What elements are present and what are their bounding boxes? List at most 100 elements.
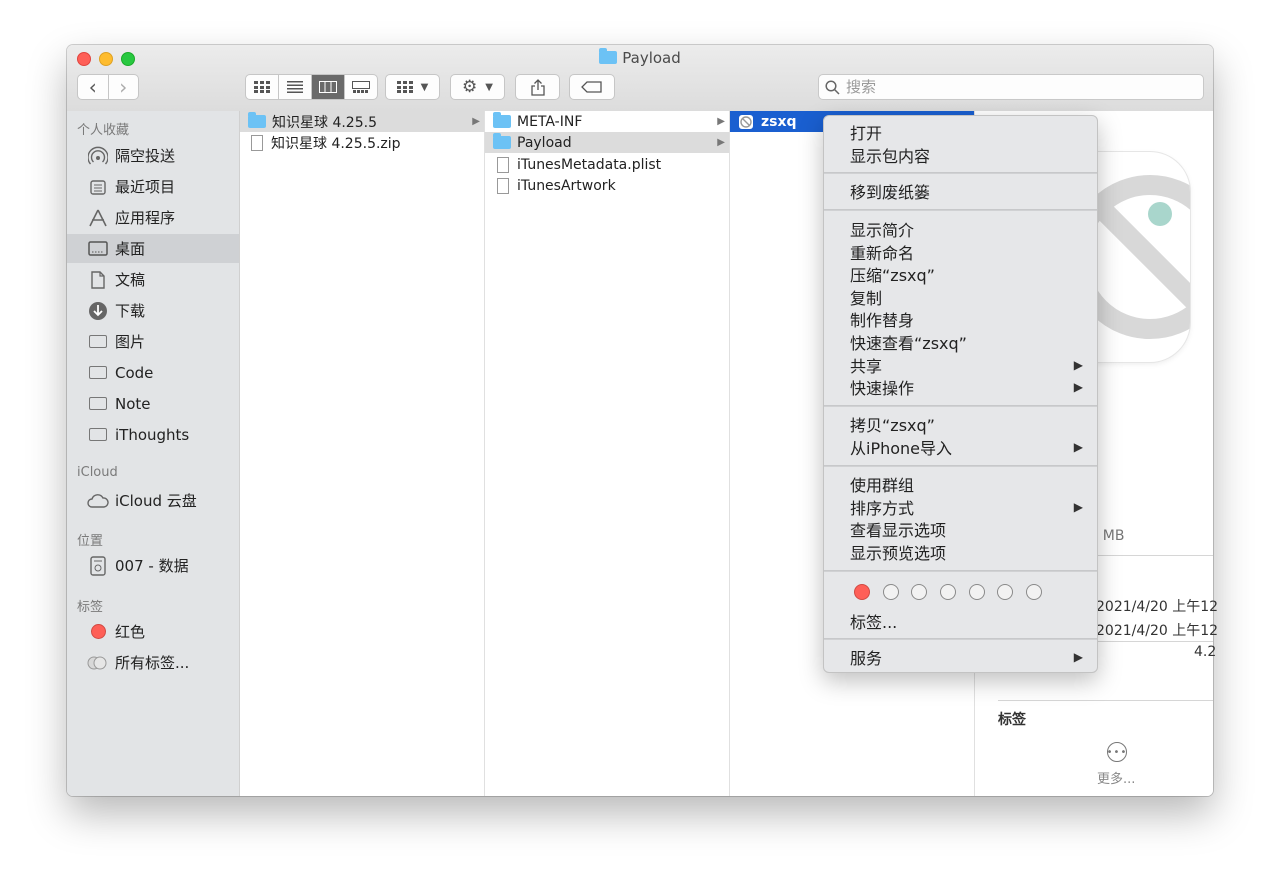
menu-item-quick-look[interactable]: 快速查看“zsxq” bbox=[824, 330, 1097, 353]
menu-item-make-alias[interactable]: 制作替身 bbox=[824, 307, 1097, 330]
gear-icon: ⚙ bbox=[462, 77, 478, 97]
list-item-plist[interactable]: iTunesMetadata.plist bbox=[485, 154, 729, 175]
tag-color-red[interactable] bbox=[854, 584, 870, 600]
list-item-artwork[interactable]: iTunesArtwork bbox=[485, 175, 729, 196]
tag-icon bbox=[581, 81, 602, 93]
sidebar-section-icloud: iCloud bbox=[77, 465, 118, 480]
menu-separator bbox=[824, 465, 1097, 467]
sidebar-section-favorites: 个人收藏 bbox=[77, 123, 130, 138]
menu-item-use-groups[interactable]: 使用群组 bbox=[824, 472, 1097, 495]
tag-color-none[interactable] bbox=[940, 584, 956, 600]
menu-item-share[interactable]: 共享 ▶ bbox=[824, 353, 1097, 376]
toolbar: Payload ‹ › ▼ ⚙ ▼ bbox=[67, 45, 1213, 112]
menu-item-show-preview-options[interactable]: 显示预览选项 bbox=[824, 540, 1097, 563]
search-input[interactable] bbox=[844, 77, 1188, 97]
menu-item-open[interactable]: 打开 bbox=[824, 120, 1097, 143]
sidebar-item-pictures[interactable]: 图片 bbox=[67, 327, 239, 356]
tag-button[interactable] bbox=[569, 74, 615, 100]
search-field[interactable] bbox=[818, 74, 1204, 100]
chevron-down-icon: ▼ bbox=[485, 81, 493, 93]
forward-button[interactable]: › bbox=[109, 75, 139, 99]
desktop-icon bbox=[87, 239, 109, 259]
menu-item-tags[interactable]: 标签... bbox=[824, 609, 1097, 632]
menu-item-quick-actions[interactable]: 快速操作 ▶ bbox=[824, 375, 1097, 398]
tag-color-none[interactable] bbox=[1026, 584, 1042, 600]
column-2: META-INF ▶ Payload ▶ iTunesMetadata.plis… bbox=[485, 111, 730, 796]
menu-item-move-to-trash[interactable]: 移到废纸篓 bbox=[824, 179, 1097, 202]
submenu-arrow-icon: ▶ bbox=[1073, 357, 1083, 372]
sidebar-item-applications[interactable]: 应用程序 bbox=[67, 203, 239, 232]
sidebar-item-label: iCloud 云盘 bbox=[115, 492, 197, 510]
airdrop-icon bbox=[87, 146, 109, 166]
disclosure-arrow-icon: ▶ bbox=[472, 116, 480, 127]
list-item-meta-inf[interactable]: META-INF ▶ bbox=[485, 111, 729, 132]
sidebar-item-label: 红色 bbox=[115, 623, 146, 641]
sidebar-item-ithoughts[interactable]: iThoughts bbox=[67, 420, 239, 449]
submenu-arrow-icon: ▶ bbox=[1073, 379, 1083, 394]
document-icon bbox=[497, 156, 509, 173]
zip-file-icon bbox=[251, 134, 263, 151]
tag-color-none[interactable] bbox=[883, 584, 899, 600]
preview-version: 4.2 bbox=[1194, 644, 1217, 660]
more-icon[interactable]: ••• bbox=[1107, 742, 1127, 762]
tag-color-none[interactable] bbox=[997, 584, 1013, 600]
action-button[interactable]: ⚙ ▼ bbox=[450, 74, 505, 100]
icon-view-button[interactable] bbox=[246, 75, 279, 99]
list-view-button[interactable] bbox=[279, 75, 312, 99]
submenu-arrow-icon: ▶ bbox=[1073, 649, 1083, 664]
folder-icon bbox=[87, 332, 109, 352]
folder-icon bbox=[248, 112, 266, 128]
menu-item-sort-by[interactable]: 排序方式 ▶ bbox=[824, 495, 1097, 518]
sidebar-item-documents[interactable]: 文稿 bbox=[67, 265, 239, 294]
menu-item-duplicate[interactable]: 复制 bbox=[824, 285, 1097, 308]
sidebar-item-label: 所有标签... bbox=[115, 654, 190, 672]
tag-color-none[interactable] bbox=[911, 584, 927, 600]
more-label[interactable]: 更多... bbox=[1097, 768, 1135, 787]
sidebar-item-all-tags[interactable]: 所有标签... bbox=[67, 648, 239, 677]
gallery-icon bbox=[352, 81, 370, 93]
menu-item-copy[interactable]: 拷贝“zsxq” bbox=[824, 412, 1097, 435]
disk-icon bbox=[87, 555, 109, 576]
share-icon bbox=[530, 78, 545, 96]
sidebar-item-label: 最近项目 bbox=[115, 178, 176, 196]
sidebar-item-downloads[interactable]: 下载 bbox=[67, 296, 239, 325]
column-view-button[interactable] bbox=[312, 75, 345, 99]
menu-item-get-info[interactable]: 显示简介 bbox=[824, 217, 1097, 240]
grid-icon bbox=[254, 81, 270, 93]
menu-separator bbox=[824, 570, 1097, 572]
sidebar-item-airdrop[interactable]: 隔空投送 bbox=[67, 141, 239, 170]
menu-separator bbox=[824, 638, 1097, 640]
menu-item-services[interactable]: 服务 ▶ bbox=[824, 645, 1097, 668]
menu-item-show-view-options[interactable]: 查看显示选项 bbox=[824, 517, 1097, 540]
sidebar-item-desktop[interactable]: 桌面 bbox=[67, 234, 239, 263]
sidebar-item-note[interactable]: Note bbox=[67, 389, 239, 418]
sidebar-item-recents[interactable]: 最近项目 bbox=[67, 172, 239, 201]
list-item-payload[interactable]: Payload ▶ bbox=[485, 132, 729, 153]
sidebar-item-label: 隔空投送 bbox=[115, 147, 176, 165]
sidebar-item-label: 图片 bbox=[115, 333, 146, 351]
menu-item-show-package-contents[interactable]: 显示包内容 bbox=[824, 143, 1097, 166]
back-button[interactable]: ‹ bbox=[78, 75, 109, 99]
sidebar-item-tag-red[interactable]: 红色 bbox=[67, 617, 239, 646]
documents-icon bbox=[87, 270, 109, 290]
menu-item-compress[interactable]: 压缩“zsxq” bbox=[824, 262, 1097, 285]
nav-buttons: ‹ › bbox=[77, 74, 139, 100]
red-tag-dot-icon bbox=[87, 622, 109, 642]
share-button[interactable] bbox=[515, 74, 560, 100]
gallery-view-button[interactable] bbox=[345, 75, 377, 99]
menu-item-import-from-iphone[interactable]: 从iPhone导入 ▶ bbox=[824, 435, 1097, 458]
sidebar-item-code[interactable]: Code bbox=[67, 358, 239, 387]
folder-icon bbox=[599, 48, 618, 64]
divider bbox=[998, 700, 1213, 701]
folder-icon bbox=[87, 425, 109, 445]
menu-item-rename[interactable]: 重新命名 bbox=[824, 240, 1097, 263]
sidebar-item-icloud-drive[interactable]: iCloud 云盘 bbox=[67, 486, 239, 515]
disclosure-arrow-icon: ▶ bbox=[717, 116, 725, 127]
tag-color-none[interactable] bbox=[969, 584, 985, 600]
sidebar-item-label: iThoughts bbox=[115, 425, 190, 444]
list-item-folder[interactable]: 知识星球 4.25.5 ▶ bbox=[240, 111, 484, 132]
sidebar-item-disk[interactable]: 007 - 数据 bbox=[67, 551, 239, 580]
list-item-zip[interactable]: 知识星球 4.25.5.zip bbox=[240, 132, 484, 153]
menu-separator bbox=[824, 405, 1097, 407]
group-by-button[interactable]: ▼ bbox=[385, 74, 440, 100]
